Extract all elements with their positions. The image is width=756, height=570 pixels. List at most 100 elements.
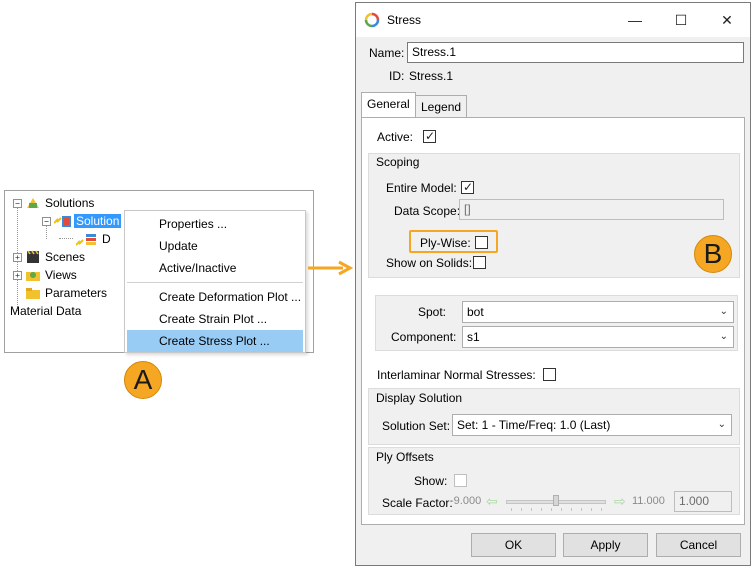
- stress-app-icon: [364, 12, 380, 28]
- display-solution-title: Display Solution: [376, 391, 463, 405]
- tree-label: Scenes: [45, 250, 86, 264]
- spot-value: bot: [467, 305, 484, 319]
- menu-item-create-deformation-plot[interactable]: Create Deformation Plot ...: [127, 286, 303, 308]
- check-icon: ✓: [425, 129, 436, 143]
- component-value: s1: [467, 330, 480, 344]
- collapse-icon[interactable]: −: [42, 216, 51, 226]
- menu-item-create-strain-plot[interactable]: Create Strain Plot ...: [127, 308, 303, 330]
- name-field[interactable]: Stress.1: [407, 42, 744, 63]
- tree-label: Views: [45, 268, 77, 282]
- ply-offsets-group: Ply Offsets Show: Scale Factor: -9.000 ⇦…: [368, 447, 740, 515]
- solution-set-value: Set: 1 - Time/Freq: 1.0 (Last): [457, 418, 611, 432]
- tree-guide-line: [59, 238, 73, 239]
- chevron-down-icon: ⌄: [719, 331, 728, 342]
- component-select[interactable]: s1 ⌄: [462, 326, 734, 348]
- slider-tick: [521, 508, 522, 511]
- general-tab-panel: Active: ✓ Scoping Entire Model: ✓ Data S…: [361, 117, 745, 525]
- menu-item-properties[interactable]: Properties ...: [127, 213, 303, 235]
- menu-item-update[interactable]: Update: [127, 235, 303, 257]
- expand-icon[interactable]: +: [13, 252, 22, 262]
- tab-legend[interactable]: Legend: [415, 95, 468, 118]
- increase-arrow-icon[interactable]: ⇨: [614, 494, 626, 508]
- tree-item-deformation[interactable]: D: [73, 230, 111, 248]
- spot-select[interactable]: bot ⌄: [462, 301, 734, 323]
- scale-min-value: -9.000: [450, 495, 482, 507]
- data-scope-label: Data Scope:: [394, 204, 461, 218]
- views-icon: [25, 268, 41, 282]
- scale-max-value: 11.000: [632, 495, 665, 507]
- chevron-down-icon: ⌄: [717, 419, 726, 430]
- scoping-group: Scoping Entire Model: ✓ Data Scope: [] P…: [368, 153, 740, 278]
- tree-label: D: [102, 232, 111, 246]
- ok-button[interactable]: OK: [471, 533, 556, 557]
- slider-tick: [531, 508, 532, 511]
- apply-button[interactable]: Apply: [563, 533, 648, 557]
- entire-model-label: Entire Model:: [386, 181, 457, 195]
- menu-item-create-stress-plot[interactable]: Create Stress Plot ...: [127, 330, 303, 352]
- ply-offsets-title: Ply Offsets: [376, 450, 434, 464]
- parameters-icon: [25, 286, 41, 300]
- deformation-icon: [75, 232, 96, 246]
- slider-tick: [571, 508, 572, 511]
- tree-item-views[interactable]: + Views: [13, 266, 77, 284]
- active-checkbox[interactable]: ✓: [423, 129, 436, 143]
- entire-model-checkbox[interactable]: ✓: [461, 180, 474, 194]
- component-label: Component:: [391, 330, 457, 344]
- show-on-solids-checkbox[interactable]: [473, 256, 486, 269]
- callout-a: A: [124, 361, 162, 399]
- collapse-icon[interactable]: −: [13, 198, 22, 208]
- scale-slider-thumb[interactable]: [553, 495, 559, 506]
- solution-icon: [53, 214, 71, 228]
- tree-label: Material Data: [10, 304, 82, 318]
- show-label: Show:: [414, 474, 448, 488]
- slider-tick: [561, 508, 562, 511]
- maximize-button[interactable]: ☐: [658, 3, 704, 37]
- expand-icon[interactable]: +: [13, 270, 22, 280]
- show-checkbox[interactable]: [454, 474, 467, 487]
- interlaminar-label: Interlaminar Normal Stresses:: [377, 368, 536, 382]
- tree-item-parameters[interactable]: Parameters: [13, 284, 107, 302]
- arrow-right-icon: [308, 260, 353, 276]
- tree-item-material-data[interactable]: Material Data: [10, 302, 81, 320]
- interlaminar-checkbox[interactable]: [543, 368, 556, 381]
- slider-tick: [601, 508, 602, 511]
- stress-dialog: Stress — ☐ ✕ Name: Stress.1 ID: Stress.1…: [355, 2, 751, 566]
- tree-item-solutions[interactable]: − Solutions: [13, 194, 94, 212]
- context-menu: Properties ... Update Active/Inactive Cr…: [124, 210, 306, 353]
- tree-label: Parameters: [45, 286, 108, 300]
- display-solution-group: Display Solution Solution Set: Set: 1 - …: [368, 388, 740, 445]
- result-options-group: Spot: bot ⌄ Component: s1 ⌄: [375, 295, 738, 351]
- data-scope-field[interactable]: []: [459, 199, 724, 220]
- close-button[interactable]: ✕: [704, 3, 750, 37]
- active-label: Active:: [377, 130, 414, 144]
- title-bar[interactable]: Stress — ☐ ✕: [356, 3, 750, 37]
- decrease-arrow-icon[interactable]: ⇦: [486, 494, 498, 508]
- scale-factor-field[interactable]: 1.000: [674, 491, 732, 512]
- menu-item-active-inactive[interactable]: Active/Inactive: [127, 257, 303, 279]
- slider-tick: [541, 508, 542, 511]
- show-on-solids-label: Show on Solids:: [386, 256, 473, 270]
- minimize-button[interactable]: —: [612, 3, 658, 37]
- name-label: Name:: [369, 46, 405, 60]
- tab-general[interactable]: General: [361, 92, 416, 118]
- solutions-icon: [25, 196, 41, 210]
- slider-tick: [581, 508, 582, 511]
- check-icon: ✓: [463, 180, 474, 194]
- ply-wise-highlight: [409, 230, 498, 253]
- slider-tick: [511, 508, 512, 511]
- menu-separator: [127, 282, 303, 283]
- id-label: ID:: [389, 69, 405, 83]
- scoping-title: Scoping: [376, 155, 420, 169]
- chevron-down-icon: ⌄: [719, 306, 728, 317]
- solution-set-label: Solution Set:: [382, 419, 451, 433]
- tree-label: Solutions: [45, 196, 95, 210]
- tree-item-solution[interactable]: − Solution: [42, 212, 122, 230]
- spot-label: Spot:: [418, 305, 447, 319]
- cancel-button[interactable]: Cancel: [656, 533, 741, 557]
- slider-tick: [551, 508, 552, 511]
- solution-set-select[interactable]: Set: 1 - Time/Freq: 1.0 (Last) ⌄: [452, 414, 732, 436]
- tree-label: Solution: [74, 214, 122, 228]
- tree-item-scenes[interactable]: + Scenes: [13, 248, 85, 266]
- dialog-title: Stress: [387, 13, 422, 27]
- callout-b: B: [694, 235, 732, 273]
